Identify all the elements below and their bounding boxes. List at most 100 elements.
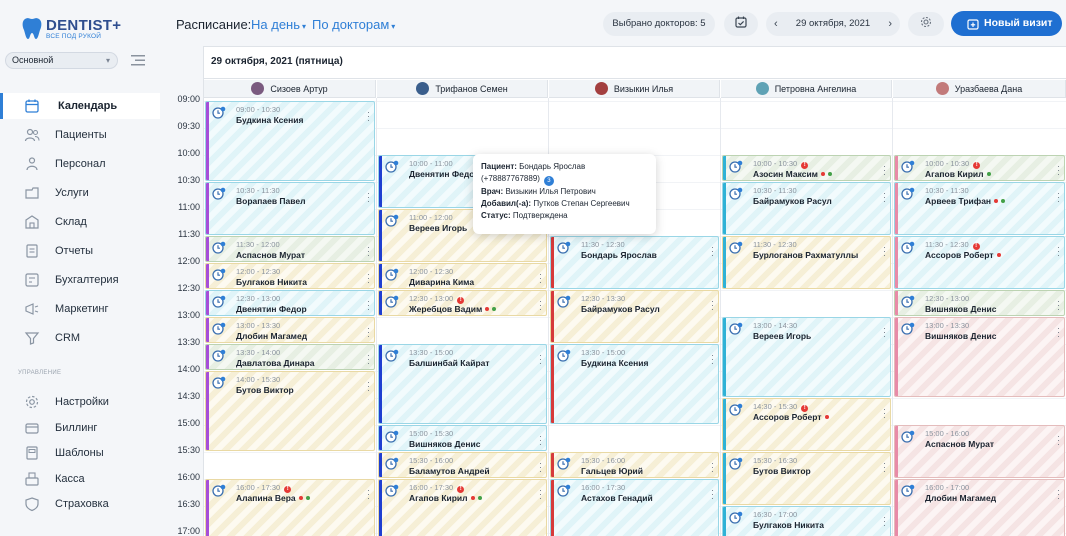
appointment-card[interactable]: 13:00 - 13:30 Длобин Магамед · · · [205, 317, 375, 343]
sidebar-item-billing[interactable]: Биллинг [0, 415, 160, 441]
more-menu-icon[interactable]: ··· [711, 351, 714, 368]
logo[interactable]: DENTIST+ ВСЕ ПОД РУКОЙ [22, 14, 121, 44]
more-menu-icon[interactable]: ··· [367, 189, 370, 206]
sidebar-item-services[interactable]: Услуги [0, 180, 160, 206]
more-menu-icon[interactable]: ··· [367, 108, 370, 125]
sidebar-item-marketing[interactable]: Маркетинг [0, 296, 160, 322]
doctor-column-header[interactable]: Сизоев Артур [204, 80, 376, 98]
appointment-card[interactable]: 13:30 - 14:00 Давлатова Динара · · · [205, 344, 375, 370]
more-menu-icon[interactable]: ··· [883, 189, 886, 206]
more-menu-icon[interactable]: ··· [883, 243, 886, 260]
more-menu-icon[interactable]: ··· [367, 486, 370, 503]
more-menu-icon[interactable]: ··· [367, 297, 370, 314]
doctor-column-header[interactable]: Трифанов Семен [377, 80, 548, 98]
appointment-card[interactable]: 12:30 - 13:00 Двенятин Федор · · · [205, 290, 375, 316]
appointment-card[interactable]: 13:30 - 15:00 Балшинбай Кайрат · · · [378, 344, 547, 424]
sidebar-item-patients[interactable]: Пациенты [0, 122, 160, 148]
appointment-card[interactable]: 11:30 - 12:30! Ассоров Роберт · · · [894, 236, 1065, 289]
selected-doctors-button[interactable]: Выбрано докторов: 5 [603, 12, 715, 36]
appointment-card[interactable]: 10:00 - 10:30! Азосин Максим · · · [722, 155, 891, 181]
next-date-button[interactable]: › [888, 12, 892, 36]
view-day-dropdown[interactable]: На день ▾ [251, 17, 306, 32]
sidebar-item-accounting[interactable]: Бухгалтерия [0, 267, 160, 293]
more-menu-icon[interactable]: ··· [539, 270, 542, 287]
appointment-card[interactable]: 12:00 - 12:30 Булгаков Никита · · · [205, 263, 375, 289]
appointment-card[interactable]: 16:00 - 17:30! Алапина Вера · · · [205, 479, 375, 536]
more-menu-icon[interactable]: ··· [539, 432, 542, 449]
more-menu-icon[interactable]: ··· [1057, 432, 1060, 449]
more-menu-icon[interactable]: ··· [711, 297, 714, 314]
appointment-card[interactable]: 16:00 - 17:00 Длобин Магамед · · · [894, 479, 1065, 536]
more-menu-icon[interactable]: ··· [539, 486, 542, 503]
appointment-card[interactable]: 11:30 - 12:30 Бондарь Ярослав · · · [550, 236, 719, 289]
appointment-card[interactable]: 16:30 - 17:00 Булгаков Никита · · · [722, 506, 891, 536]
appointment-card[interactable]: 14:00 - 15:30 Бутов Виктор · · · [205, 371, 375, 451]
more-menu-icon[interactable]: ··· [1057, 324, 1060, 341]
more-menu-icon[interactable]: ··· [883, 405, 886, 422]
more-menu-icon[interactable]: ··· [1057, 486, 1060, 503]
doctor-column-header[interactable]: Визыкин Илья [549, 80, 720, 98]
appointment-card[interactable]: 09:00 - 10:30 Будкина Ксения · · · [205, 101, 375, 181]
more-menu-icon[interactable]: ··· [367, 324, 370, 341]
more-menu-icon[interactable]: ··· [1057, 162, 1060, 179]
more-menu-icon[interactable]: ··· [1057, 297, 1060, 314]
more-menu-icon[interactable]: ··· [711, 486, 714, 503]
appointment-card[interactable]: 15:00 - 16:00 Аспаснов Мурат · · · [894, 425, 1065, 478]
today-button[interactable] [724, 12, 758, 36]
appointment-card[interactable]: 11:30 - 12:30 Бурлоганов Рахматуллы · · · [722, 236, 891, 289]
appointment-card[interactable]: 10:30 - 11:30 Байрамуков Расул · · · [722, 182, 891, 235]
appointment-card[interactable]: 15:00 - 15:30 Вишняков Денис · · · [378, 425, 547, 451]
more-menu-icon[interactable]: ··· [539, 297, 542, 314]
more-menu-icon[interactable]: ··· [367, 243, 370, 260]
appointment-card[interactable]: 16:00 - 17:30! Агапов Кирил · · · [378, 479, 547, 536]
current-date[interactable]: 29 октября, 2021 [796, 18, 870, 29]
doctor-column-header[interactable]: Петровна Ангелина [721, 80, 892, 98]
more-menu-icon[interactable]: ··· [367, 378, 370, 395]
appointment-card[interactable]: 12:30 - 13:30 Байрамуков Расул · · · [550, 290, 719, 343]
appointment-card[interactable]: 15:30 - 16:30 Бутов Виктор · · · [722, 452, 891, 505]
branch-select[interactable]: Основной ▾ [5, 52, 118, 69]
prev-date-button[interactable]: ‹ [774, 12, 778, 36]
appointment-card[interactable]: 15:30 - 16:00 Гальцев Юрий · · · [550, 452, 719, 478]
appointment-card[interactable]: 10:30 - 11:30 Ворапаев Павел · · · [205, 182, 375, 235]
appointment-time: 13:00 - 13:30 [925, 321, 969, 330]
appointment-card[interactable]: 15:30 - 16:00 Баламутов Андрей · · · [378, 452, 547, 478]
appointment-card[interactable]: 16:00 - 17:30 Астахов Генадий · · · [550, 479, 719, 536]
sidebar-item-templates[interactable]: Шаблоны [0, 440, 160, 466]
view-doctors-dropdown[interactable]: По докторам ▾ [312, 17, 395, 32]
more-menu-icon[interactable]: ··· [711, 459, 714, 476]
appointment-card[interactable]: 10:30 - 11:30 Арвеев Трифан · · · [894, 182, 1065, 235]
more-menu-icon[interactable]: ··· [539, 351, 542, 368]
appointment-card[interactable]: 13:00 - 14:30 Вереев Игорь · · · [722, 317, 891, 397]
more-menu-icon[interactable]: ··· [883, 513, 886, 530]
more-menu-icon[interactable]: ··· [883, 324, 886, 341]
more-menu-icon[interactable]: ··· [367, 270, 370, 287]
appointment-card[interactable]: 10:00 - 10:30! Агапов Кирил · · · [894, 155, 1065, 181]
sidebar-item-crm[interactable]: CRM [0, 325, 160, 351]
sidebar-item-settings[interactable]: Настройки [0, 389, 160, 415]
appointment-card[interactable]: 11:30 - 12:00 Аспаснов Мурат · · · [205, 236, 375, 262]
more-menu-icon[interactable]: ··· [883, 162, 886, 179]
appointment-card[interactable]: 12:30 - 13:00! Жеребцов Вадим · · · [378, 290, 547, 316]
settings-button[interactable] [908, 12, 944, 36]
appointment-card[interactable]: 13:00 - 13:30 Вишняков Денис · · · [894, 317, 1065, 397]
appointment-card[interactable]: 12:00 - 12:30 Диварина Кима · · · [378, 263, 547, 289]
sidebar-item-calendar[interactable]: Календарь [0, 93, 160, 119]
sidebar-item-staff[interactable]: Персонал [0, 151, 160, 177]
more-menu-icon[interactable]: ··· [711, 243, 714, 260]
sidebar-item-cashbox[interactable]: Касса [0, 466, 160, 492]
more-menu-icon[interactable]: ··· [367, 351, 370, 368]
appointment-card[interactable]: 12:30 - 13:00 Вишняков Денис · · · [894, 290, 1065, 316]
appointment-card[interactable]: 14:30 - 15:30! Ассоров Роберт · · · [722, 398, 891, 451]
more-menu-icon[interactable]: ··· [883, 459, 886, 476]
appointment-card[interactable]: 13:30 - 15:00 Будкина Ксения · · · [550, 344, 719, 424]
collapse-sidebar-icon[interactable] [131, 55, 145, 66]
more-menu-icon[interactable]: ··· [1057, 243, 1060, 260]
doctor-column-header[interactable]: Уразбаева Дана [893, 80, 1066, 98]
sidebar-item-warehouse[interactable]: Склад [0, 209, 160, 235]
sidebar-item-reports[interactable]: Отчеты [0, 238, 160, 264]
sidebar-item-insurance[interactable]: Страховка [0, 491, 160, 517]
more-menu-icon[interactable]: ··· [539, 459, 542, 476]
more-menu-icon[interactable]: ··· [1057, 189, 1060, 206]
new-visit-button[interactable]: Новый визит [951, 11, 1062, 36]
